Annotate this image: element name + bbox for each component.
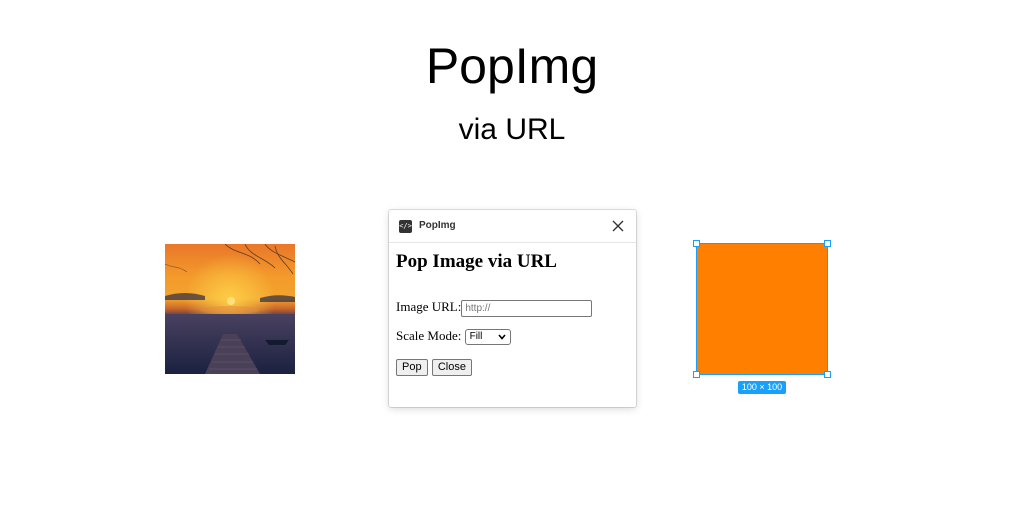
close-button[interactable]: Close [431,358,472,376]
resize-handle-top-right[interactable] [824,240,831,247]
resize-handle-top-left[interactable] [693,240,700,247]
page-subtitle: via URL [458,113,566,146]
image-url-input[interactable] [461,299,593,317]
url-row: Image URL: [396,298,593,317]
scale-mode-value: Fill [469,331,483,343]
plugin-body: Pop Image via URL Image URL: Scale Mode:… [396,250,629,376]
code-icon: </> [399,220,412,233]
page-title: PopImg [425,38,599,94]
selected-rectangle[interactable] [693,240,831,378]
plugin-name: PopImg [419,220,456,231]
scale-row: Scale Mode: Fill [396,327,511,346]
plugin-window: </> PopImg Pop Image via URL Image URL: … [389,210,636,407]
chevron-down-icon [497,330,507,344]
scale-mode-select[interactable]: Fill [464,329,511,346]
sunset-photo [165,244,295,374]
resize-handle-bottom-right[interactable] [824,371,831,378]
pop-button[interactable]: Pop [396,358,428,376]
scale-mode-label: Scale Mode: [396,328,462,343]
close-icon[interactable] [608,216,628,236]
sunset-lake-photo [165,244,295,374]
resize-handle-bottom-left[interactable] [693,371,700,378]
url-label: Image URL: [396,299,462,314]
plugin-heading: Pop Image via URL [396,251,557,272]
plugin-header: </> PopImg [389,210,636,243]
button-row: Pop Close [396,357,473,376]
size-badge: 100 × 100 [738,381,786,394]
